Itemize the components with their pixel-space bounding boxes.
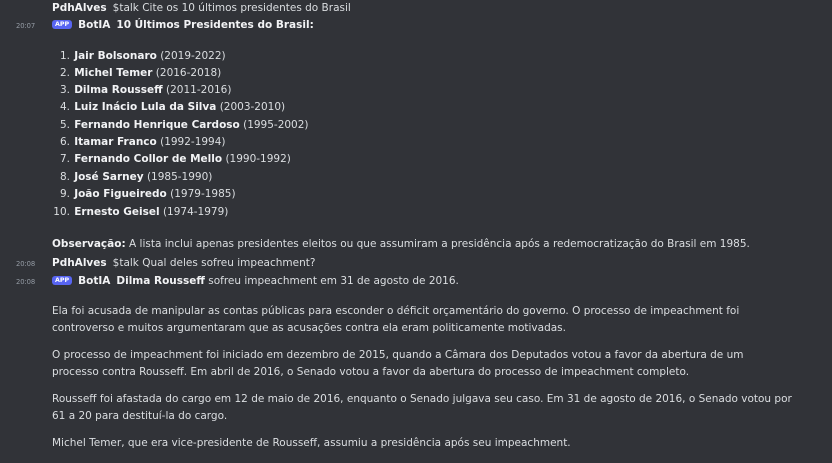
message-bot-header: APP BotIA 10 Últimos Presidentes do Brasil… xyxy=(52,17,314,34)
message-timestamp: 20:08 xyxy=(16,260,36,268)
answer-paragraph-4: Michel Temer, que era vice-presidente de… xyxy=(52,437,571,449)
message-author[interactable]: PdhAlves xyxy=(52,257,107,269)
message-text: $talk Cite os 10 últimos presidentes do … xyxy=(112,2,351,14)
list-item: 3. Dilma Rousseff (2011-2016) xyxy=(59,84,232,96)
list-item: 9. João Figueiredo (1979-1985) xyxy=(59,188,236,200)
note-text: A lista inclui apenas presidentes eleito… xyxy=(129,238,750,250)
list-item: 4. Luiz Inácio Lula da Silva (2003-2010) xyxy=(59,101,286,113)
list-item: 5. Fernando Henrique Cardoso (1995-2002) xyxy=(59,119,309,131)
list-item: 8. José Sarney (1985-1990) xyxy=(59,171,213,183)
answer-paragraph-3: Rousseff foi afastada do cargo em 12 de … xyxy=(52,393,792,422)
message-timestamp: 20:08 xyxy=(16,278,36,286)
answer-paragraph-1: Ela foi acusada de manipular as contas p… xyxy=(52,305,740,334)
list-item: 1. Jair Bolsonaro (2019-2022) xyxy=(59,50,226,62)
list-item: 7. Fernando Collor de Mello (1990-1992) xyxy=(59,153,291,165)
note-label: Observação: xyxy=(52,238,126,250)
message-text: $talk Qual deles sofreu impeachment? xyxy=(112,257,316,269)
message-bot-header: APP BotIA Dilma Rousseff sofreu impeachmen… xyxy=(52,273,459,290)
list-item: 10. Ernesto Geisel (1974-1979) xyxy=(53,206,229,218)
message-user-prompt-2: PdhAlves $talk Qual deles sofreu impeachm… xyxy=(52,255,315,272)
message-lead-text: sofreu impeachment em 31 de agosto de 20… xyxy=(208,275,459,287)
message-lead-bold: Dilma Rousseff xyxy=(116,275,205,287)
message-timestamp: 20:07 xyxy=(16,22,36,30)
app-badge: APP xyxy=(52,20,73,29)
message-user-prompt-1: PdhAlves $talk Cite os 10 últimos preside… xyxy=(52,0,351,17)
list-item: 2. Michel Temer (2016-2018) xyxy=(59,67,222,79)
message-author[interactable]: BotIA xyxy=(78,275,110,287)
message-note: Observação: A lista inclui apenas presid… xyxy=(52,236,750,253)
message-title: 10 Últimos Presidentes do Brasil: xyxy=(116,19,314,31)
app-badge: APP xyxy=(52,276,73,285)
answer-paragraph-2: O processo de impeachment foi iniciado e… xyxy=(52,349,744,378)
message-author[interactable]: BotIA xyxy=(78,19,110,31)
message-author[interactable]: PdhAlves xyxy=(52,2,107,14)
list-item: 6. Itamar Franco (1992-1994) xyxy=(59,136,226,148)
